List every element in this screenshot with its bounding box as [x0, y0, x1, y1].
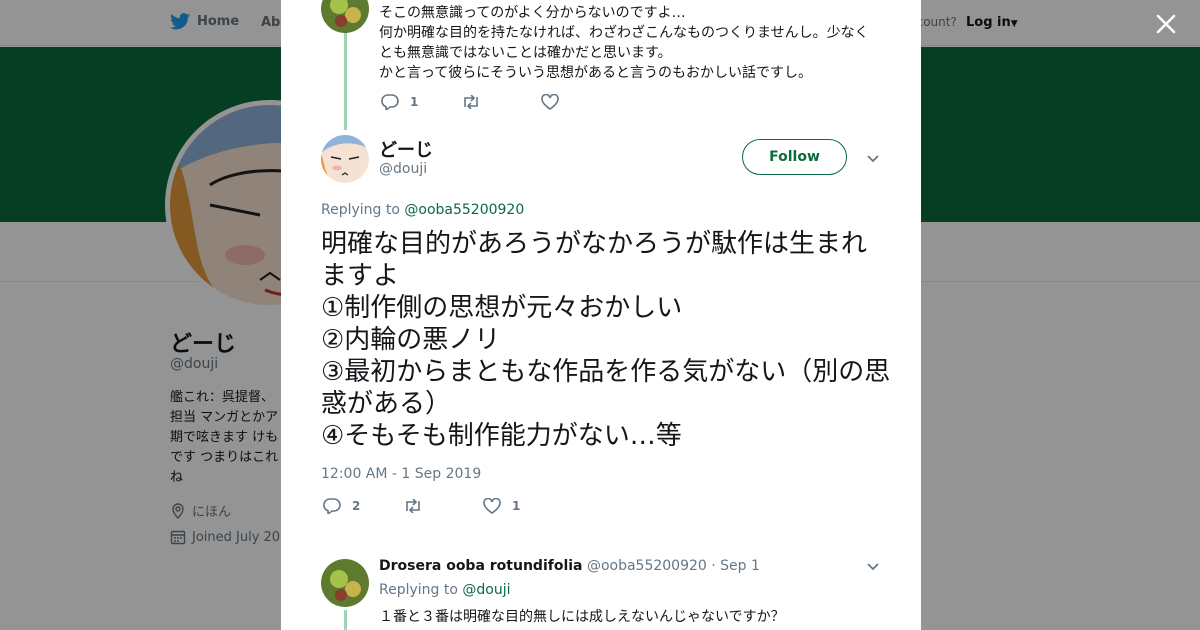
replying-prefix: Replying to: [379, 582, 458, 598]
retweet-icon: [464, 95, 478, 109]
reply-action[interactable]: 1: [381, 94, 461, 110]
replying-prefix: Replying to: [321, 202, 400, 218]
like-action[interactable]: 1: [483, 498, 563, 514]
reply-icon: [381, 94, 399, 110]
chevron-down-icon[interactable]: [865, 558, 881, 574]
retweet-action[interactable]: [403, 499, 483, 513]
plant-avatar-illustration: [321, 559, 369, 607]
reply-tweet-date[interactable]: · Sep 1: [711, 558, 760, 574]
main-tweet-author-handle[interactable]: @douji: [379, 161, 427, 177]
thread-connector-line: [344, 32, 347, 130]
retweet-icon: [406, 499, 420, 513]
main-tweet-actions: 2 1: [323, 498, 563, 514]
follow-button[interactable]: Follow: [742, 139, 847, 175]
douji-avatar-illustration: [321, 135, 369, 183]
retweet-action[interactable]: [461, 95, 541, 109]
replying-mention-link[interactable]: @douji: [462, 582, 510, 598]
previous-tweet-text: そこの無意識ってのがよく分からないのですよ… 何か明確な目的を持たなければ、わざ…: [379, 3, 879, 83]
previous-tweet-line: そこの無意識ってのがよく分からないのですよ…: [379, 5, 686, 21]
reply-tweet-replying-to: Replying to @douji: [379, 582, 511, 598]
like-action[interactable]: [541, 94, 621, 110]
tweet-permalink-modal: そこの無意識ってのがよく分からないのですよ… 何か明確な目的を持たなければ、わざ…: [281, 0, 921, 630]
reply-tweet-avatar[interactable]: [321, 559, 369, 607]
close-icon[interactable]: [1153, 11, 1179, 37]
main-tweet-avatar[interactable]: [321, 135, 369, 183]
reply-tweet-header: Drosera ooba rotundifolia @ooba55200920 …: [379, 558, 760, 574]
replying-mention-link[interactable]: @ooba55200920: [404, 202, 524, 218]
reply-tweet-author-handle[interactable]: @ooba55200920: [587, 558, 707, 574]
previous-tweet-avatar[interactable]: [321, 0, 369, 33]
previous-tweet-line: 何か明確な目的を持たなければ、わざわざこんなものつくりませんし。少なく: [379, 25, 869, 41]
previous-tweet-line: かと言って彼らにそういう思想があると言うのもおかしい話ですし。: [379, 65, 813, 81]
plant-avatar-illustration: [321, 0, 369, 33]
reply-tweet-author-name[interactable]: Drosera ooba rotundifolia: [379, 558, 583, 574]
thread-connector-line: [344, 610, 347, 630]
main-tweet-timestamp[interactable]: 12:00 AM - 1 Sep 2019: [321, 466, 481, 482]
main-tweet-replying-to: Replying to @ooba55200920: [321, 202, 524, 218]
previous-tweet-actions: 1: [381, 94, 621, 110]
reply-count: 1: [410, 95, 419, 109]
chevron-down-icon[interactable]: [865, 150, 881, 166]
reply-tweet-text: １番と３番は明確な目的無しには成しえないんじゃないですか？: [379, 609, 785, 625]
main-tweet-author-name[interactable]: どーじ: [379, 136, 433, 162]
previous-tweet-line: とも無意識ではないことは確かだと思います。: [379, 45, 672, 61]
main-tweet-text: 明確な目的があろうがなかろうが駄作は生まれますよ ①制作側の思想が元々おかしい …: [321, 229, 891, 451]
like-count: 1: [512, 499, 521, 513]
reply-icon: [323, 498, 341, 514]
heart-icon: [541, 94, 559, 110]
reply-count: 2: [352, 499, 361, 513]
heart-icon: [483, 498, 501, 514]
reply-action[interactable]: 2: [323, 498, 403, 514]
